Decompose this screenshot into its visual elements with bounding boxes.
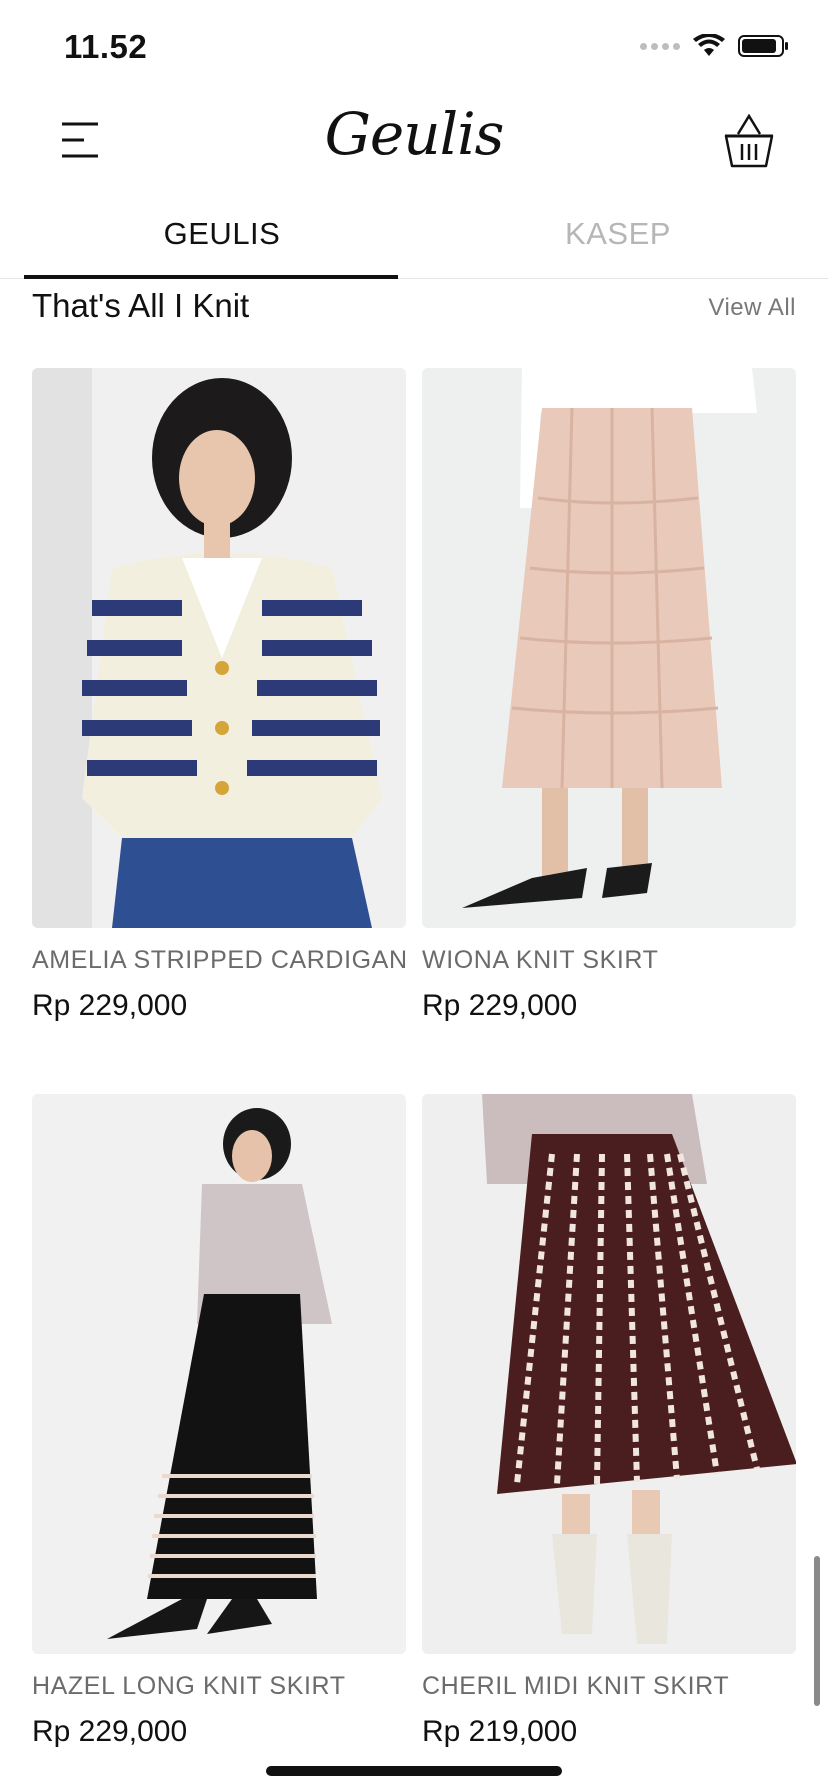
status-time: 11.52 [64,28,148,65]
status-icons [640,34,790,58]
product-name: CHERIL MIDI KNIT SKIRT [422,1672,730,1700]
product-card[interactable]: WIONA KNIT SKIRT Rp 229,000 [422,368,796,1023]
product-image[interactable] [32,368,406,928]
battery-icon [738,35,788,57]
app-header: Geulis [0,90,828,190]
product-name: HAZEL LONG KNIT SKIRT [32,1672,346,1700]
view-all-link[interactable]: View All [708,294,796,322]
product-image[interactable] [422,368,796,928]
basket-icon [724,113,774,168]
status-bar: 11.52 [0,0,828,90]
section-title: That's All I Knit [32,287,250,324]
tab-geulis[interactable]: GEULIS [24,190,420,278]
product-name: AMELIA STRIPPED CARDIGAN [32,946,408,974]
brand-logo[interactable]: Geulis [0,100,828,168]
product-image[interactable] [422,1094,796,1654]
product-name: WIONA KNIT SKIRT [422,946,659,974]
product-card[interactable]: AMELIA STRIPPED CARDIGAN Rp 229,000 [32,368,408,1023]
product-card[interactable]: CHERIL MIDI KNIT SKIRT Rp 219,000 [422,1094,796,1749]
wifi-icon [693,34,725,56]
active-tab-indicator [24,275,398,279]
tab-kasep[interactable]: KASEP [420,190,816,278]
product-image[interactable] [32,1094,406,1654]
product-price: Rp 229,000 [32,1715,188,1748]
cart-button[interactable] [722,113,776,170]
product-price: Rp 219,000 [422,1715,578,1748]
product-price: Rp 229,000 [32,989,188,1022]
scrollbar[interactable] [814,1556,820,1706]
signal-icon [640,42,680,50]
product-card[interactable]: HAZEL LONG KNIT SKIRT Rp 229,000 [32,1094,406,1749]
category-tabs: GEULIS KASEP [0,190,828,279]
home-indicator[interactable] [266,1766,562,1776]
product-price: Rp 229,000 [422,989,578,1022]
